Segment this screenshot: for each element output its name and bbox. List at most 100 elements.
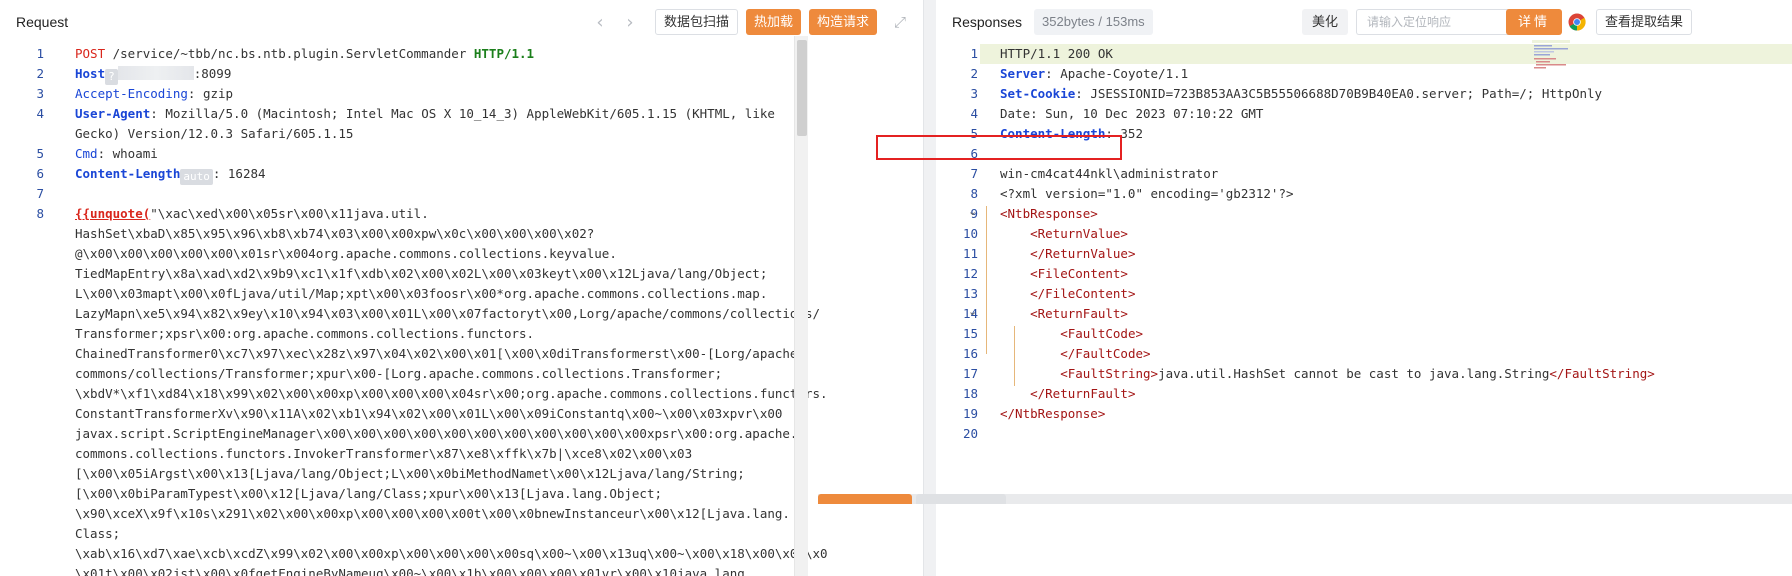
line-text: User-Agent: Mozilla/5.0 (Macintosh; Inte… — [44, 104, 775, 124]
line-number: 18 — [962, 386, 978, 401]
code-line: 11 </ReturnValue> — [936, 244, 1655, 264]
line-text: HashSet\xbaD\x85\x95\x96\xb8\xb74\x03\x0… — [44, 224, 594, 244]
chrome-icon[interactable] — [1568, 13, 1586, 31]
line-text: [\x00\x0biParamTypest\x00\x12[Ljava/lang… — [44, 484, 662, 504]
template-function: {{unquote( — [75, 206, 151, 221]
command-output-highlight-box — [876, 135, 1122, 160]
line-number: 3 — [36, 86, 44, 101]
bottom-tab-strip — [818, 494, 1792, 576]
line-text: Gecko) Version/12.0.3 Safari/605.1.15 — [44, 124, 353, 144]
code-text: : JSESSIONID=723B853AA3C5B55506688D70B9B… — [1075, 86, 1603, 101]
fullscreen-icon[interactable]: ⤢ — [887, 13, 913, 31]
line-text: win-cm4cat44nkl\administrator — [978, 164, 1218, 184]
details-button[interactable]: 详情 — [1506, 9, 1563, 35]
xml-tag: <FaultString> — [1060, 366, 1159, 381]
code-text: Date: Sun, 10 Dec 2023 07:10:22 GMT — [1000, 106, 1264, 121]
code-text: HTTP/1.1 200 OK — [1000, 46, 1113, 61]
xml-tag: </ReturnValue> — [1030, 246, 1136, 261]
line-text: \x01t\x00\x02jst\x00\x0fgetEngineByNameu… — [44, 564, 752, 576]
locate-search-input[interactable] — [1355, 9, 1528, 35]
code-line: 0\x90\xceX\x9f\x10s\x291\x02\x00\x00xp\x… — [0, 504, 828, 524]
line-text: </NtbResponse> — [978, 404, 1105, 424]
code-line: 3 Set-Cookie: JSESSIONID=723B853AA3C5B555… — [936, 84, 1655, 104]
code-text: "\xac\xed\x00\x05sr\x00\x11java.util. — [150, 206, 429, 221]
header-key: Content-Length — [75, 166, 181, 181]
code-line: 16 </FaultCode> — [936, 344, 1655, 364]
code-line: 0commons.collections.functors.InvokerTra… — [0, 444, 828, 464]
line-number: 16 — [962, 346, 978, 361]
chevron-down-icon[interactable]: ⌄ — [968, 205, 977, 218]
code-line: 0[\x00\x0biParamTypest\x00\x12[Ljava/lan… — [0, 484, 828, 504]
line-number: 2 — [970, 66, 978, 81]
line-text: commons.collections.functors.InvokerTran… — [44, 444, 692, 464]
code-text: TiedMapEntry\x8a\xad\xd2\x9b9\xc1\x1f\xd… — [75, 266, 768, 281]
code-text: L\x00\x03mapt\x00\x0fLjava/util/Map;xpt\… — [75, 286, 768, 301]
code-line: 13 </FileContent> — [936, 284, 1655, 304]
code-text: ConstantTransformerXv\x90\x11A\x02\xb1\x… — [75, 406, 783, 421]
view-extract-button[interactable]: 查看提取结果 — [1595, 9, 1692, 35]
request-scrollbar[interactable] — [794, 36, 808, 576]
chevron-left-icon[interactable]: ‹ — [589, 12, 611, 33]
line-number: 2 — [36, 66, 44, 81]
line-text: ChainedTransformer0\xc7\x97\xec\x28z\x97… — [44, 344, 805, 364]
code-line: 8 <?xml version="1.0" encoding='gb2312'?> — [936, 184, 1655, 204]
request-scrollbar-thumb[interactable] — [797, 40, 807, 136]
chevron-down-icon[interactable]: ⌄ — [968, 305, 977, 318]
line-text: [\x00\x05iArgst\x00\x13[Ljava/lang/Objec… — [44, 464, 745, 484]
chevron-right-icon[interactable]: › — [619, 12, 641, 33]
header-key: Accept-Encoding — [75, 86, 188, 101]
code-line: 0LazyMapn\xe5\x94\x82\x9ey\x10\x94\x03\x… — [0, 304, 828, 324]
line-text: <ReturnFault> — [978, 304, 1128, 324]
code-line: 0Gecko) Version/12.0.3 Safari/605.1.15 — [0, 124, 828, 144]
line-number: 7 — [36, 186, 44, 201]
code-line: 7 — [0, 184, 828, 204]
code-text: <?xml version="1.0" encoding='gb2312'?> — [1000, 186, 1294, 201]
xml-tag: </FaultString> — [1549, 366, 1655, 381]
pane-splitter[interactable] — [924, 0, 936, 576]
code-line: 0\x01t\x00\x02jst\x00\x0fgetEngineByName… — [0, 564, 828, 576]
code-line: 4 User-Agent: Mozilla/5.0 (Macintosh; Int… — [0, 104, 828, 124]
line-number: 13 — [962, 286, 978, 301]
line-text: \xab\x16\xd7\xae\xcb\xcdZ\x99\x02\x00\x0… — [44, 544, 828, 564]
line-text: TiedMapEntry\x8a\xad\xd2\x9b9\xc1\x1f\xd… — [44, 264, 767, 284]
hot-load-button[interactable]: 热加载 — [745, 9, 801, 35]
request-editor[interactable]: 1 POST /service/~tbb/nc.bs.ntb.plugin.Ser… — [0, 44, 828, 576]
code-text: \x90\xceX\x9f\x10s\x291\x02\x00\x00xp\x0… — [75, 506, 790, 521]
response-pane: Responses 352bytes / 153ms 美化 查看提取结果 — [936, 0, 1792, 576]
line-number: 15 — [962, 326, 978, 341]
bottom-tab[interactable] — [916, 494, 1006, 504]
code-text: ChainedTransformer0\xc7\x97\xec\x28z\x97… — [75, 346, 805, 361]
build-request-button[interactable]: 构造请求 — [808, 9, 877, 35]
code-line: 0ConstantTransformerXv\x90\x11A\x02\xb1\… — [0, 404, 828, 424]
line-number: 20 — [962, 426, 978, 441]
app-root: Request ‹ › 数据包扫描 热加载 构造请求 ⤢ 1 POST /serv… — [0, 0, 1792, 576]
code-line: 4 Date: Sun, 10 Dec 2023 07:10:22 GMT — [936, 104, 1655, 124]
response-editor[interactable]: 1 HTTP/1.1 200 OK 2 Server: Apache-Coyote/1… — [936, 44, 1655, 444]
line-text: Transformer;xpsr\x00:org.apache.commons.… — [44, 324, 534, 344]
line-text: <FileContent> — [978, 264, 1128, 284]
code-line: 6 Content-Length auto: 16284 — [0, 164, 828, 185]
line-text: Content-Length auto: 16284 — [44, 164, 266, 185]
line-text: @\x00\x00\x00\x00\x00\x01sr\x004org.apac… — [44, 244, 617, 264]
line-number: 19 — [962, 406, 978, 421]
code-text: : 16284 — [212, 166, 266, 181]
line-text: Set-Cookie: JSESSIONID=723B853AA3C5B5550… — [978, 84, 1602, 104]
header-key: Cmd — [75, 146, 98, 161]
packet-scan-button[interactable]: 数据包扫描 — [654, 9, 738, 35]
request-pane: Request ‹ › 数据包扫描 热加载 构造请求 ⤢ 1 POST /serv… — [0, 0, 924, 576]
line-text: Server: Apache-Coyote/1.1 — [978, 64, 1188, 84]
code-line: 0[\x00\x05iArgst\x00\x13[Ljava/lang/Obje… — [0, 464, 828, 484]
line-text: \xbdV*\xf1\xd84\x18\x99\x02\x00\x00xp\x0… — [44, 384, 828, 404]
bottom-tab-active[interactable] — [818, 494, 912, 504]
code-line: 14 <ReturnFault> — [936, 304, 1655, 324]
beautify-button[interactable]: 美化 — [1301, 9, 1348, 35]
header-key: Set-Cookie — [1000, 86, 1076, 101]
code-line: 18 </ReturnFault> — [936, 384, 1655, 404]
response-header: Responses 352bytes / 153ms 美化 查看提取结果 — [936, 0, 1792, 44]
